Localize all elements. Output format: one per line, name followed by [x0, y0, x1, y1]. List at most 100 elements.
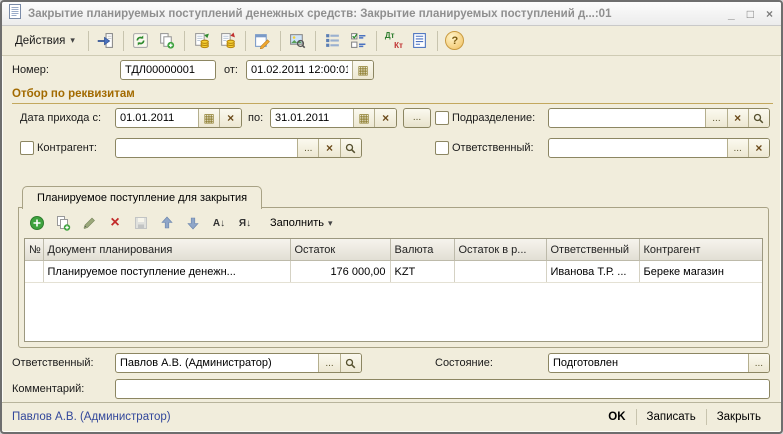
col-header-currency[interactable]: Валюта — [390, 239, 454, 261]
clear-icon[interactable]: × — [374, 109, 396, 127]
number-input[interactable] — [121, 61, 215, 79]
department-checkbox[interactable] — [435, 111, 449, 125]
col-header-num[interactable]: № — [25, 239, 43, 261]
responsible-field-group: ... — [115, 353, 362, 373]
move-up-icon[interactable] — [155, 212, 179, 234]
responsible-input[interactable] — [116, 354, 318, 372]
refresh-icon[interactable] — [128, 29, 154, 53]
post-document-icon[interactable] — [189, 29, 215, 53]
col-header-balance[interactable]: Остаток — [290, 239, 390, 261]
clear-icon[interactable]: × — [727, 109, 748, 127]
date-to-input[interactable] — [271, 109, 353, 127]
close-icon[interactable]: × — [766, 8, 773, 20]
debit-label: Дт — [385, 32, 395, 40]
row-number-cell[interactable]: 1 — [25, 261, 43, 283]
ok-button[interactable]: OK — [598, 409, 635, 425]
counterparty-input[interactable] — [116, 139, 297, 157]
date-options-button[interactable]: ... — [403, 108, 431, 128]
document-icon — [8, 4, 22, 24]
toolbar-separator — [184, 31, 185, 51]
state-label: Состояние: — [435, 352, 493, 374]
clear-icon[interactable]: × — [219, 109, 241, 127]
col-header-document[interactable]: Документ планирования — [43, 239, 290, 261]
balance-reg-cell[interactable] — [454, 261, 546, 283]
planned-receipts-table[interactable]: № Документ планирования Остаток Валюта О… — [24, 238, 763, 342]
add-row-icon[interactable] — [25, 212, 49, 234]
magnifier-icon[interactable] — [748, 109, 769, 127]
table-header-row: № Документ планирования Остаток Валюта О… — [25, 239, 762, 261]
save-button[interactable]: Записать — [637, 409, 706, 425]
datetime-input[interactable] — [247, 61, 352, 79]
current-user-label: Павлов А.В. (Администратор) — [12, 411, 598, 423]
date-from-prefix-label: от: — [224, 59, 238, 81]
end-edit-icon[interactable] — [129, 212, 153, 234]
table-row[interactable]: 1 Планируемое поступление денежн... 176 … — [25, 261, 762, 283]
help-icon[interactable]: ? — [442, 29, 468, 53]
save-icon[interactable] — [93, 29, 119, 53]
select-icon[interactable]: ... — [727, 139, 748, 157]
toolbar-separator — [376, 31, 377, 51]
filter-section-title: Отбор по реквизитам — [12, 88, 773, 104]
toolbar-separator — [315, 31, 316, 51]
close-button[interactable]: Закрыть — [707, 409, 771, 425]
select-icon[interactable]: ... — [318, 354, 339, 372]
document-register-icon[interactable] — [407, 29, 433, 53]
currency-cell[interactable]: KZT — [390, 261, 454, 283]
sort-descending-icon[interactable]: Я↓ — [233, 212, 257, 234]
toolbar-separator — [437, 31, 438, 51]
document-structure-icon[interactable] — [320, 29, 346, 53]
actions-label: Действия — [15, 35, 65, 47]
magnifier-icon[interactable] — [340, 139, 361, 157]
date-from-input[interactable] — [116, 109, 198, 127]
table-toolbar: × А↓ Я↓ Заполнить ▾ — [25, 211, 340, 235]
unpost-document-icon[interactable] — [215, 29, 241, 53]
responsible-filter-input[interactable] — [549, 139, 727, 157]
datetime-field-group: ▦ — [246, 60, 374, 80]
responsible-filter-checkbox[interactable] — [435, 141, 449, 155]
toolbar-separator — [88, 31, 89, 51]
calendar-icon[interactable]: ▦ — [352, 61, 373, 79]
balance-cell[interactable]: 176 000,00 — [290, 261, 390, 283]
comment-input[interactable] — [116, 380, 769, 398]
select-icon[interactable]: ... — [748, 354, 769, 372]
debit-credit-icon[interactable]: Дт Кт — [381, 29, 407, 53]
maximize-icon[interactable]: □ — [747, 8, 754, 20]
edit-icon[interactable] — [250, 29, 276, 53]
delete-row-icon[interactable]: × — [103, 212, 127, 234]
document-cell[interactable]: Планируемое поступление денежн... — [43, 261, 290, 283]
clear-icon[interactable]: × — [748, 139, 769, 157]
settings-checkbox-icon[interactable] — [346, 29, 372, 53]
counterparty-checkbox[interactable] — [20, 141, 34, 155]
department-label: Подразделение: — [452, 107, 535, 129]
magnifier-icon[interactable] — [340, 354, 361, 372]
titlebar[interactable]: Закрытие планируемых поступлений денежны… — [2, 2, 781, 26]
copy-row-icon[interactable] — [51, 212, 75, 234]
toolbar-separator — [123, 31, 124, 51]
move-down-icon[interactable] — [181, 212, 205, 234]
minimize-icon[interactable]: _ — [728, 8, 735, 20]
counterparty-cell[interactable]: Береке магазин — [639, 261, 762, 283]
col-header-responsible[interactable]: Ответственный — [546, 239, 639, 261]
calendar-icon[interactable]: ▦ — [198, 109, 220, 127]
col-header-balance-reg[interactable]: Остаток в р... — [454, 239, 546, 261]
select-icon[interactable]: ... — [705, 109, 726, 127]
comment-field-group — [115, 379, 770, 399]
copy-icon[interactable] — [154, 29, 180, 53]
select-icon[interactable]: ... — [297, 139, 318, 157]
col-header-counterparty[interactable]: Контрагент — [639, 239, 762, 261]
sort-ascending-icon[interactable]: А↓ — [207, 212, 231, 234]
department-input[interactable] — [549, 109, 705, 127]
date-to-label: по: — [248, 107, 263, 129]
tab-planned-receipt[interactable]: Планируемое поступление для закрытия — [22, 186, 262, 209]
state-input[interactable] — [549, 354, 748, 372]
window-title: Закрытие планируемых поступлений денежны… — [28, 8, 728, 20]
fill-menu-button[interactable]: Заполнить ▾ — [263, 214, 340, 232]
actions-menu-button[interactable]: Действия ▾ — [6, 31, 84, 51]
dropdown-arrow-icon: ▾ — [328, 218, 333, 229]
clear-icon[interactable]: × — [318, 139, 339, 157]
calendar-icon[interactable]: ▦ — [353, 109, 375, 127]
preview-icon[interactable] — [285, 29, 311, 53]
responsible-filter-field-group: ... × — [548, 138, 770, 158]
edit-row-icon[interactable] — [77, 212, 101, 234]
responsible-cell[interactable]: Иванова Т.Р. ... — [546, 261, 639, 283]
